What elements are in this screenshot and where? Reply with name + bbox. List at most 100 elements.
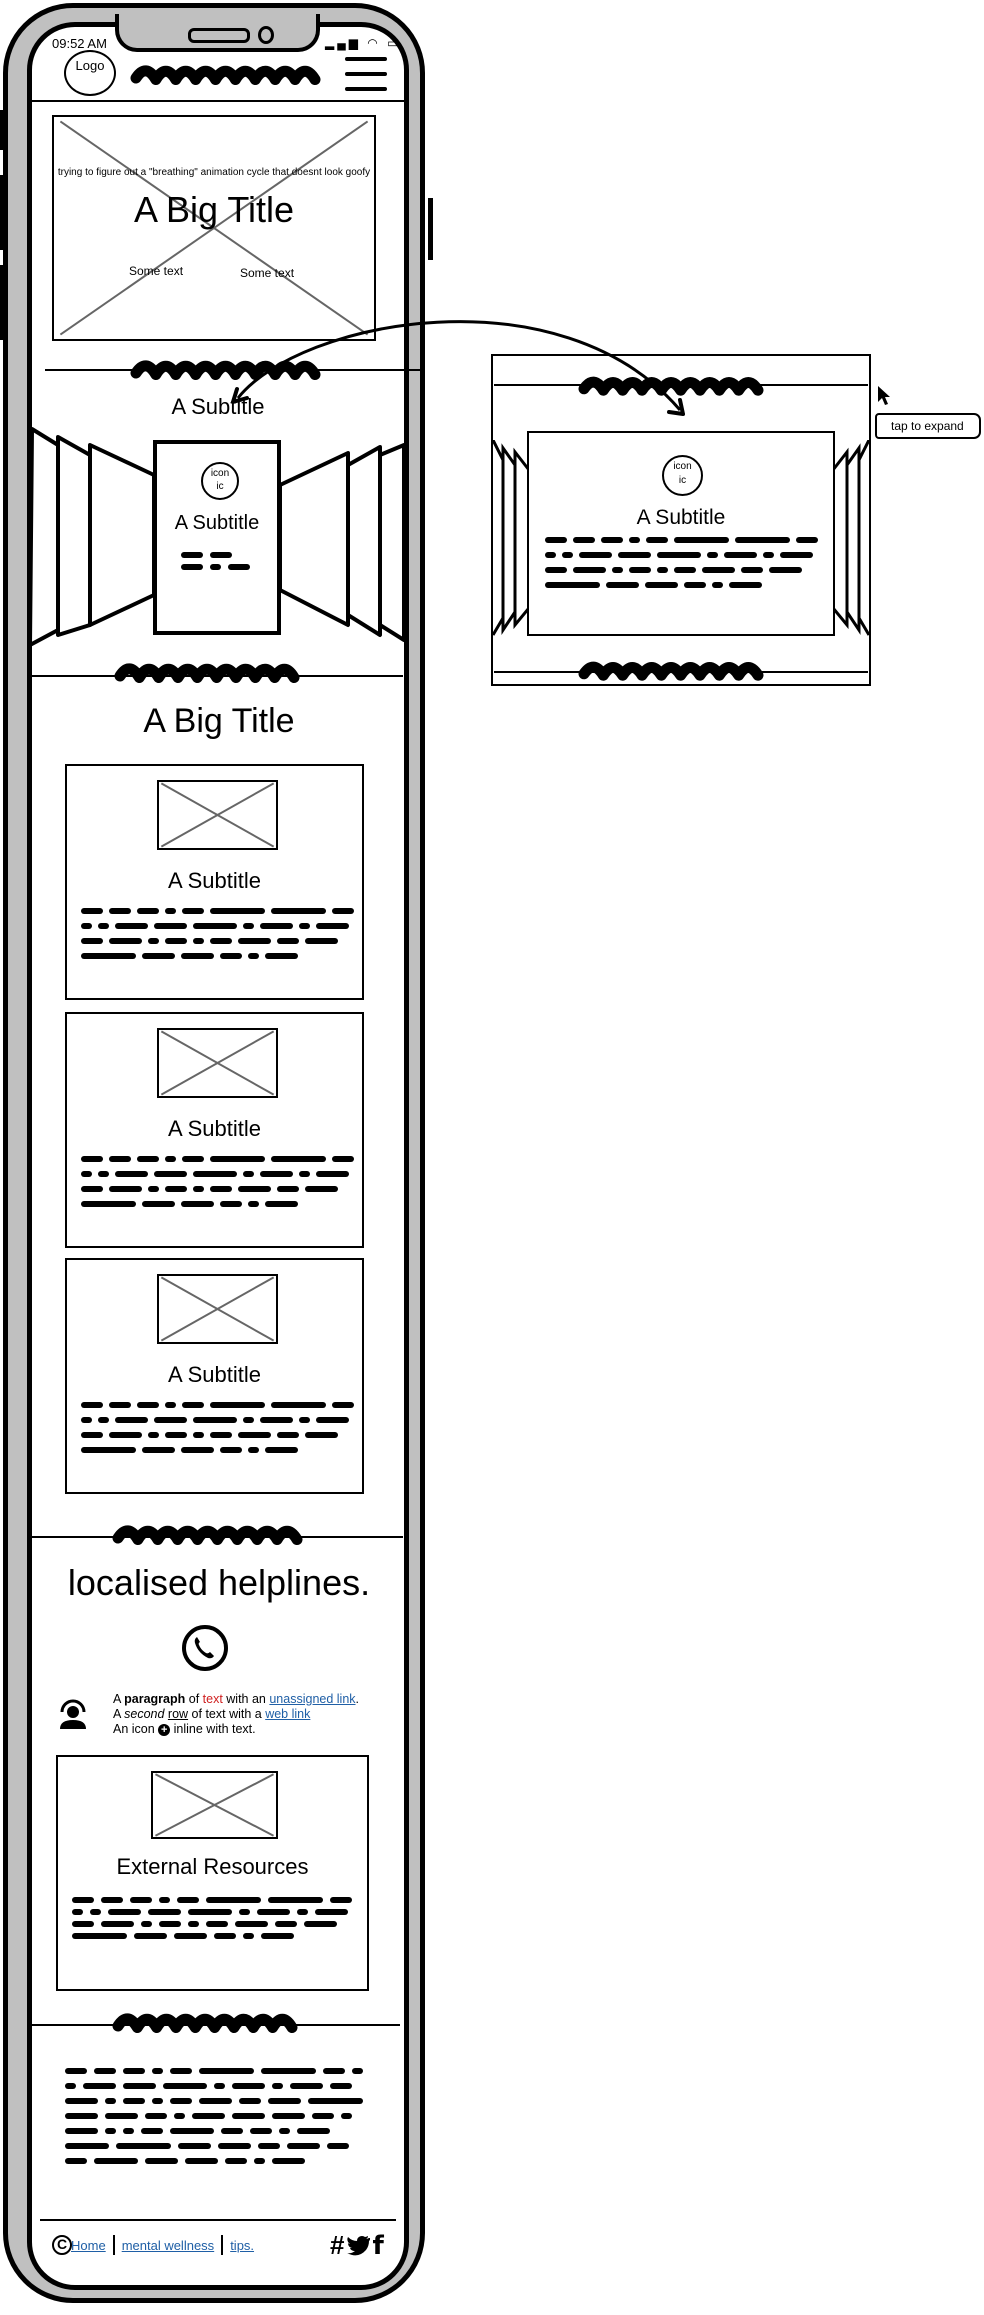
phone-icon[interactable] [181, 1624, 229, 1672]
scribble-word [134, 1933, 167, 1939]
scribble-word [193, 1171, 237, 1177]
scribble-word [170, 2098, 192, 2104]
web-link[interactable]: web link [265, 1707, 310, 1721]
nav-scribble[interactable] [128, 60, 323, 90]
scribble-word [72, 1909, 83, 1915]
scribble-word [137, 908, 159, 914]
scribble-word [193, 1417, 237, 1423]
scribble-word [352, 2068, 363, 2074]
scribble-word [332, 1402, 354, 1408]
expanded-card[interactable]: icon ic A Subtitle [527, 431, 835, 636]
scribble-word [330, 1897, 352, 1903]
scribble-word [729, 582, 762, 588]
scribble-word [109, 1432, 142, 1438]
scribble-word [315, 1909, 348, 1915]
scribble-word [174, 2113, 185, 2119]
scribble-word [238, 1186, 271, 1192]
logo[interactable]: Logo [64, 50, 116, 96]
scribble-text [81, 908, 356, 959]
scribble-word [702, 567, 735, 573]
scribble-stroke [130, 65, 321, 85]
scribble-word [165, 1402, 176, 1408]
scribble-word [154, 1171, 187, 1177]
scribble-word [612, 567, 623, 573]
scribble-word [165, 1432, 187, 1438]
scribble-word [188, 1921, 199, 1927]
hashtag-icon[interactable]: # [330, 2230, 344, 2261]
carousel-heading: A Subtitle [171, 394, 265, 419]
external-resources-card[interactable]: External Resources [56, 1755, 369, 1991]
hamburger-icon[interactable] [345, 57, 387, 102]
scribble-word [308, 2098, 363, 2104]
scribble-word [206, 1921, 228, 1927]
scribble-word [277, 1186, 299, 1192]
scribble-word [115, 1417, 148, 1423]
scribble-word [265, 1201, 298, 1207]
social-icons: # f [330, 2230, 384, 2261]
scribble-word [108, 1909, 141, 1915]
scribble-word [238, 938, 271, 944]
footer-link-home[interactable]: Home [71, 2238, 106, 2253]
content-card[interactable]: A Subtitle [65, 764, 364, 1000]
scribble-text [545, 537, 820, 588]
scribble-word [170, 2068, 192, 2074]
scribble-word [225, 2158, 247, 2164]
scribble-word [210, 1186, 232, 1192]
footer-link-tips[interactable]: tips. [230, 2238, 254, 2253]
scribble-word [81, 938, 103, 944]
footer-link-mental-wellness[interactable]: mental wellness [122, 2238, 215, 2253]
scribble-word [218, 2143, 251, 2149]
scribble-word [65, 2068, 87, 2074]
carousel-active-card[interactable]: icon ic A Subtitle [153, 440, 281, 635]
scribble-word [101, 1897, 123, 1903]
facebook-icon[interactable]: f [372, 2231, 383, 2261]
scribble-word [712, 582, 723, 588]
content-card[interactable]: A Subtitle [65, 1012, 364, 1248]
scribble-word [287, 2143, 320, 2149]
cursor-icon [878, 386, 890, 405]
scribble-word [182, 908, 204, 914]
card-title: A Subtitle [168, 868, 261, 893]
scribble-word [210, 564, 221, 570]
footer-scribble-text [65, 2068, 365, 2164]
scribble-word [741, 567, 763, 573]
scribble-word [65, 2128, 98, 2134]
content-card[interactable]: A Subtitle [65, 1258, 364, 1494]
scribble-word [305, 1186, 338, 1192]
scribble-word [65, 2158, 87, 2164]
scribble-word [305, 1432, 338, 1438]
scribble-word [674, 537, 729, 543]
scribble-stroke [578, 376, 764, 396]
scribble-word [109, 1156, 131, 1162]
scribble-word [312, 2113, 334, 2119]
scribble-word [221, 2128, 243, 2134]
unassigned-link[interactable]: unassigned link [269, 1692, 355, 1706]
scribble-word [684, 582, 706, 588]
scribble-word [148, 938, 159, 944]
scribble-word [192, 2113, 225, 2119]
scribble-word [81, 923, 92, 929]
scribble-word [545, 552, 556, 558]
scribble-word [109, 1402, 131, 1408]
card-title: A Subtitle [174, 512, 260, 534]
scribble-word [72, 1933, 127, 1939]
scribble-word [220, 1447, 242, 1453]
scribble-word [645, 582, 678, 588]
scribble-word [545, 537, 567, 543]
scribble-word [618, 552, 651, 558]
scribble-word [101, 1921, 134, 1927]
scribble-word [81, 1156, 103, 1162]
image-placeholder [157, 1274, 278, 1344]
scribble-word [265, 1447, 298, 1453]
twitter-icon[interactable] [346, 2235, 371, 2257]
header-divider [28, 100, 408, 102]
scribble-word [562, 552, 573, 558]
scribble-word [545, 567, 567, 573]
scribble-word [735, 537, 790, 543]
scribble-word [182, 1156, 204, 1162]
hero-text-right: Some text [240, 266, 295, 280]
scribble-word [629, 567, 651, 573]
scribble-word [299, 1171, 310, 1177]
scribble-word [579, 552, 612, 558]
scribble-word [305, 938, 338, 944]
